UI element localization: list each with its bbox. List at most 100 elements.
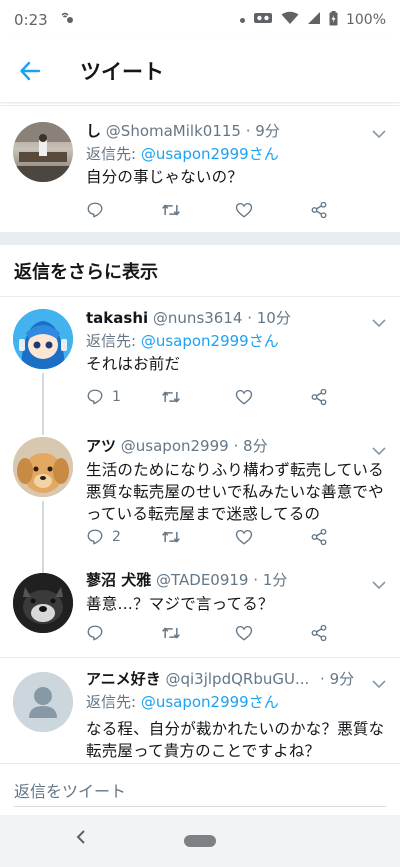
retweet-button[interactable] xyxy=(161,624,201,642)
share-icon xyxy=(311,201,327,219)
tweet-takashi[interactable]: takashi @nuns3614 · 10分 返信先: @usapon2999… xyxy=(0,297,400,425)
tweet-tade[interactable]: 蓼沼 犬雅 @TADE0919 · 1分 善意…？マジで言ってる？ xyxy=(0,565,400,658)
chevron-down-icon[interactable] xyxy=(372,441,386,460)
avatar[interactable] xyxy=(13,309,73,369)
reply-icon xyxy=(87,389,103,405)
display-name[interactable]: takashi xyxy=(86,309,148,327)
tweet-anime-suki[interactable]: アニメ好き @qi3jlpdQRbuGU... · 9分 返信先: @usapo… xyxy=(0,658,400,778)
heart-icon xyxy=(236,529,253,545)
avatar[interactable] xyxy=(13,573,73,633)
user-handle[interactable]: @qi3jlpdQRbuGU... xyxy=(165,670,309,688)
reply-prefix: 返信先: xyxy=(86,693,141,711)
home-pill-button[interactable] xyxy=(184,835,216,847)
like-button[interactable] xyxy=(235,201,275,219)
retweet-button[interactable] xyxy=(161,528,201,546)
chevron-down-icon[interactable] xyxy=(372,674,386,693)
thread-line xyxy=(42,501,44,565)
retweet-icon xyxy=(161,627,180,639)
timeline[interactable]: し @ShomaMilk0115 · 9分 返信先: @usapon2999さん… xyxy=(0,102,400,815)
heart-icon xyxy=(236,389,253,405)
default-avatar-icon[interactable] xyxy=(13,672,73,732)
reply-to: 返信先: @usapon2999さん xyxy=(86,143,386,164)
user-handle[interactable]: @ShomaMilk0115 xyxy=(106,122,241,140)
reply-count: 1 xyxy=(112,389,121,405)
arrow-left-icon xyxy=(20,61,41,81)
notification-dot-icon xyxy=(239,17,245,23)
retweet-icon xyxy=(161,531,180,543)
tweet-time: · 8分 xyxy=(233,437,268,455)
reply-button[interactable] xyxy=(86,201,126,219)
like-button[interactable] xyxy=(235,528,275,546)
reply-icon xyxy=(87,625,103,641)
user-handle[interactable]: @usapon2999 xyxy=(121,437,229,455)
share-icon xyxy=(311,388,327,406)
chevron-down-icon[interactable] xyxy=(372,124,386,143)
display-name[interactable]: アニメ好き xyxy=(86,670,161,688)
tweet-shomamilk[interactable]: し @ShomaMilk0115 · 9分 返信先: @usapon2999さん… xyxy=(0,106,400,233)
reply-to-link[interactable]: @usapon2999さん xyxy=(141,693,279,711)
reply-input[interactable]: 返信をツイート xyxy=(14,778,126,802)
tweet-time: · 9分 xyxy=(245,122,280,140)
retweet-icon xyxy=(161,391,180,403)
avatar[interactable] xyxy=(13,437,73,497)
status-time: 0:23 xyxy=(14,11,48,29)
reply-icon xyxy=(87,202,103,218)
tweet-header: アニメ好き @qi3jlpdQRbuGU... · 9分 xyxy=(86,668,386,689)
tweet-actions: 1 xyxy=(86,385,350,409)
reply-count: 2 xyxy=(112,529,121,545)
avatar[interactable] xyxy=(13,122,73,182)
tweet-header: 蓼沼 犬雅 @TADE0919 · 1分 xyxy=(86,569,386,590)
share-button[interactable] xyxy=(310,201,350,219)
heart-icon xyxy=(236,625,253,641)
display-name[interactable]: し xyxy=(86,122,101,140)
battery-percent: 100% xyxy=(345,12,386,28)
like-button[interactable] xyxy=(235,388,275,406)
tweet-text: 自分の事じゃないの？ xyxy=(86,168,244,186)
retweet-icon xyxy=(161,204,180,216)
page-title: ツイート xyxy=(80,60,164,84)
reply-button[interactable] xyxy=(86,624,126,642)
user-handle[interactable]: @nuns3614 xyxy=(153,309,243,327)
status-bar: 0:23 100% xyxy=(0,0,400,40)
display-name[interactable]: 蓼沼 犬雅 xyxy=(86,571,151,589)
thread-line xyxy=(42,373,44,425)
retweet-button[interactable] xyxy=(161,201,201,219)
back-button[interactable] xyxy=(0,40,60,102)
reply-to-link[interactable]: @usapon2999さん xyxy=(141,145,279,163)
share-button[interactable] xyxy=(310,528,350,546)
tweet-actions xyxy=(86,198,350,222)
nav-back-icon[interactable] xyxy=(76,829,86,850)
tweet-text: それはお前だ xyxy=(86,355,181,373)
tweet-header: takashi @nuns3614 · 10分 xyxy=(86,307,386,328)
reply-to-link[interactable]: @usapon2999さん xyxy=(141,332,279,350)
tweet-header: アツ @usapon2999 · 8分 xyxy=(86,435,386,456)
battery-icon xyxy=(329,10,338,30)
display-name[interactable]: アツ xyxy=(86,437,116,455)
share-icon xyxy=(311,528,327,546)
tweet-text: 生活のためになりふり構わず転売している悪質な転売屋のせいで私みたいな善意でやって… xyxy=(86,461,384,523)
tweet-time: · 1分 xyxy=(253,571,288,589)
app-bar: ツイート xyxy=(0,40,400,102)
wifi-icon xyxy=(281,11,299,29)
user-handle[interactable]: @TADE0919 xyxy=(156,571,248,589)
thread-line xyxy=(42,425,44,435)
composer-underline xyxy=(14,806,386,807)
tweet-time: · 10分 xyxy=(247,309,291,327)
reply-composer[interactable]: 返信をツイート xyxy=(0,763,400,813)
chevron-down-icon[interactable] xyxy=(372,313,386,332)
section-divider xyxy=(0,233,400,245)
share-button[interactable] xyxy=(310,624,350,642)
reply-to: 返信先: @usapon2999さん xyxy=(86,691,386,712)
show-more-replies-heading[interactable]: 返信をさらに表示 xyxy=(0,245,400,297)
reply-icon xyxy=(87,529,103,545)
share-button[interactable] xyxy=(310,388,350,406)
share-icon xyxy=(311,624,327,642)
like-button[interactable] xyxy=(235,624,275,642)
reply-button[interactable]: 2 xyxy=(86,528,126,546)
chevron-down-icon[interactable] xyxy=(372,575,386,594)
tweet-time: · 9分 xyxy=(320,670,355,688)
reply-button[interactable]: 1 xyxy=(86,388,126,406)
retweet-button[interactable] xyxy=(161,388,201,406)
tweet-atsu[interactable]: アツ @usapon2999 · 8分 生活のためになりふり構わず転売している悪… xyxy=(0,425,400,565)
vr-icon xyxy=(253,11,273,29)
